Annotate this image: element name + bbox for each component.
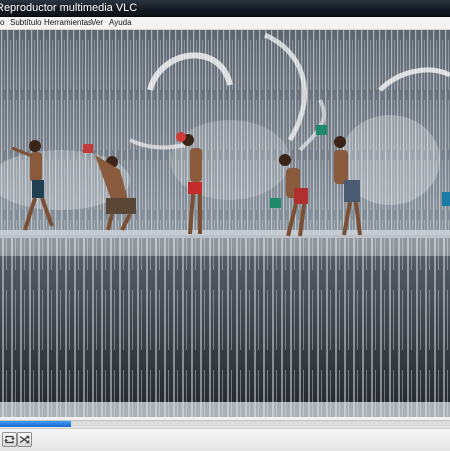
seek-bar[interactable] [0,420,450,428]
video-display[interactable] [0,30,450,417]
video-frame-waterfall-scene [0,30,450,417]
menu-bar: o Subtítulo Herramientas Ver Ayuda [0,17,450,30]
menu-item-help[interactable]: Ayuda [109,17,132,29]
shuffle-button[interactable] [17,432,32,447]
shuffle-icon [19,435,30,444]
loop-icon [4,435,15,444]
menu-item-view[interactable]: Ver [91,17,103,29]
seek-progress [0,421,71,427]
menu-item-subtitle[interactable]: Subtítulo [10,17,42,29]
playback-controls [0,428,450,451]
window-title-bar[interactable]: Reproductor multimedia VLC [0,0,450,17]
loop-button[interactable] [2,432,17,447]
menu-item-view-partial[interactable]: o [0,17,4,29]
menu-item-tools[interactable]: Herramientas [44,17,92,29]
window-title: Reproductor multimedia VLC [0,2,138,14]
child-figure-6-partial [442,192,450,206]
